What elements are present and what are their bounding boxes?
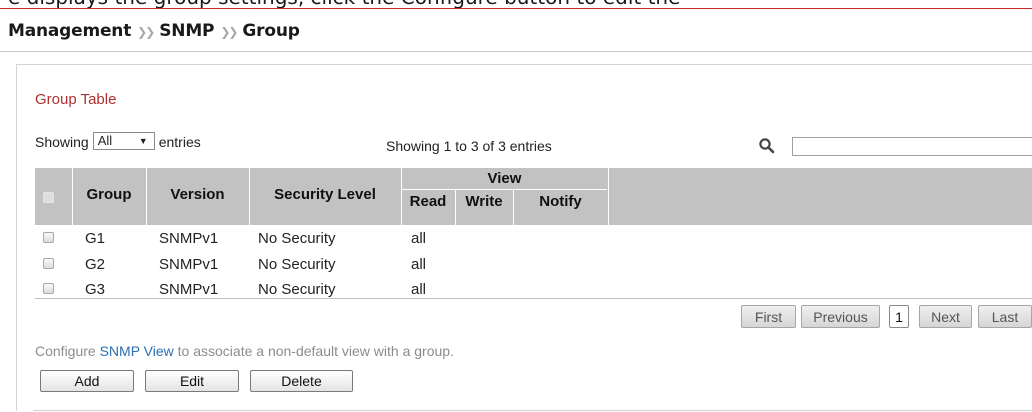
add-button[interactable]: Add — [40, 370, 134, 392]
breadcrumb-snmp[interactable]: SNMP — [159, 21, 214, 41]
showing-prefix: Showing — [35, 134, 89, 150]
pager-next-button[interactable]: Next — [919, 305, 972, 328]
entries-select-value: All — [97, 133, 113, 148]
row-checkbox[interactable] — [43, 258, 54, 269]
entries-info: Showing 1 to 3 of 3 entries — [386, 138, 552, 154]
row-checkbox[interactable] — [43, 232, 54, 243]
snmp-view-link[interactable]: SNMP View — [100, 343, 174, 359]
pager-previous-button[interactable]: Previous — [801, 305, 880, 328]
panel-bottom-divider — [33, 410, 1032, 411]
note-after: to associate a non-default view with a g… — [173, 343, 454, 359]
cell-read: all — [411, 230, 427, 247]
showing-entries: Showing All ▼ entries — [35, 132, 201, 150]
pager-last-button[interactable]: Last — [978, 305, 1032, 328]
cell-read: all — [411, 281, 427, 298]
clipped-header-text: e displays the group settings, click the… — [0, 0, 1032, 9]
config-note: Configure SNMP View to associate a non-d… — [35, 343, 454, 359]
cell-group: G2 — [85, 256, 106, 273]
table-row[interactable]: G3 SNMPv1 No Security all — [35, 281, 1032, 298]
delete-button[interactable]: Delete — [250, 370, 353, 392]
search-input[interactable] — [792, 137, 1032, 156]
cell-security: No Security — [258, 230, 336, 247]
note-before: Configure — [35, 343, 100, 359]
table-header: Group Version Security Level View Read W… — [35, 168, 1032, 225]
cell-security: No Security — [258, 281, 336, 298]
breadcrumb-separator-icon: ❯❯ — [220, 25, 238, 39]
row-checkbox[interactable] — [43, 283, 54, 294]
cell-version: SNMPv1 — [159, 256, 219, 273]
header-group[interactable]: Group — [73, 186, 145, 203]
breadcrumb-group: Group — [242, 21, 300, 41]
breadcrumb: Management ❯❯ SNMP ❯❯ Group — [8, 21, 300, 41]
breadcrumb-separator-icon: ❯❯ — [137, 25, 155, 39]
header-security-level[interactable]: Security Level — [250, 186, 400, 203]
cell-group: G3 — [85, 281, 106, 298]
header-write: Write — [465, 193, 503, 210]
breadcrumb-divider — [0, 51, 1032, 52]
cell-read: all — [411, 256, 427, 273]
table-row[interactable]: G2 SNMPv1 No Security all — [35, 256, 1032, 273]
header-view: View — [487, 170, 522, 187]
select-all-checkbox[interactable] — [43, 192, 54, 203]
edit-button[interactable]: Edit — [145, 370, 239, 392]
dropdown-arrow-icon: ▼ — [138, 136, 148, 146]
header-read: Read — [409, 193, 447, 210]
cell-security: No Security — [258, 256, 336, 273]
entries-select[interactable]: All ▼ — [92, 132, 155, 150]
header-notify: Notify — [539, 193, 582, 210]
table-row[interactable]: G1 SNMPv1 No Security all — [35, 230, 1032, 247]
cell-version: SNMPv1 — [159, 230, 219, 247]
clipped-header-label: e displays the group settings, click the… — [8, 0, 680, 8]
cell-group: G1 — [85, 230, 106, 247]
pager-first-button[interactable]: First — [741, 305, 796, 328]
section-title: Group Table — [35, 91, 117, 108]
search-icon — [759, 138, 775, 154]
header-version[interactable]: Version — [147, 186, 248, 203]
breadcrumb-management[interactable]: Management — [8, 21, 131, 41]
pager-page-1[interactable]: 1 — [889, 305, 909, 328]
header-row-divider — [402, 189, 607, 190]
showing-suffix: entries — [158, 134, 201, 150]
cell-version: SNMPv1 — [159, 281, 219, 298]
column-divider — [608, 168, 609, 225]
table-bottom-border — [35, 298, 1032, 299]
